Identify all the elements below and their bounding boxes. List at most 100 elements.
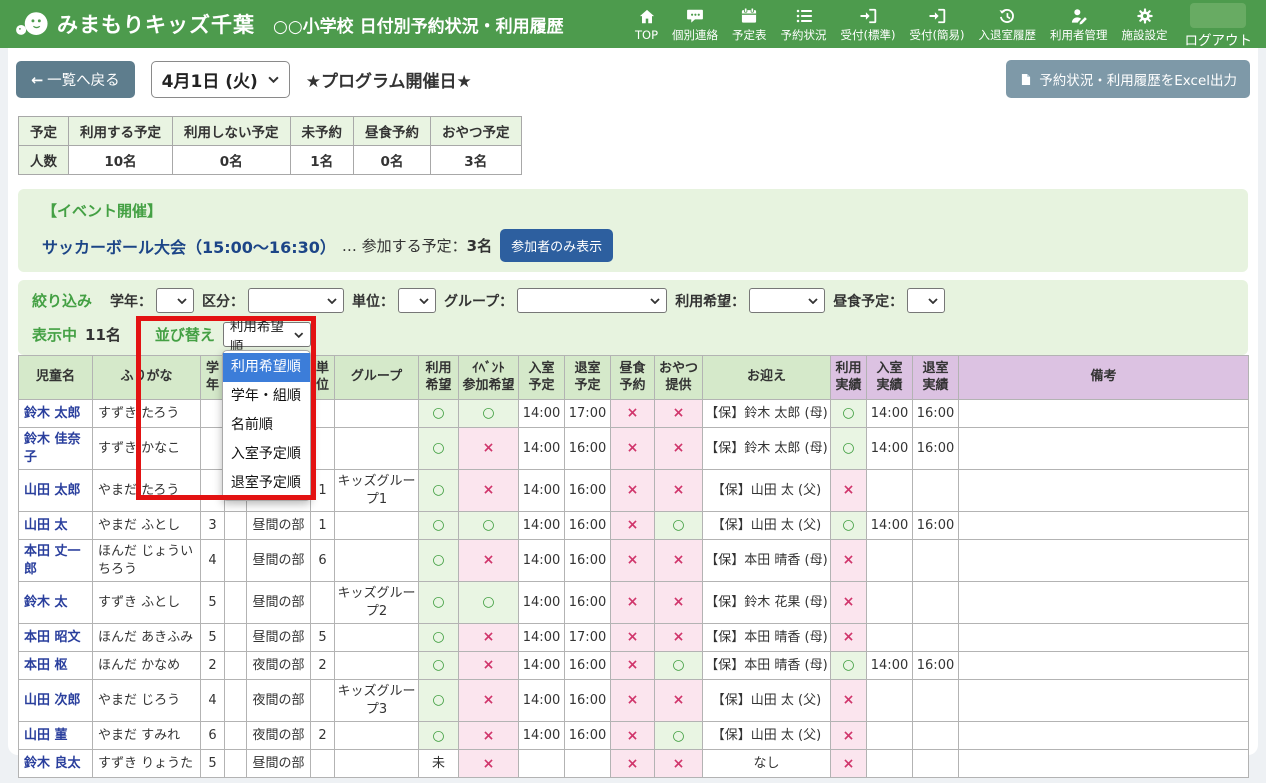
cell-kubun: 昼間の部 [247,624,311,652]
cell-kana: ほんだ かなめ [93,652,201,680]
cell-name[interactable]: 鈴木 太郎 [19,400,93,428]
nav-item-受付(標準)[interactable]: 受付(標準) [834,3,903,45]
cell-name[interactable]: 山田 菫 [19,722,93,750]
cell-note [959,680,1249,722]
cell-pickup: 【保】山田 太 (父) [703,680,831,722]
cell-event: ○ [459,400,519,428]
cell-event: ○ [459,512,519,540]
cell-name[interactable]: 鈴木 佳奈子 [19,428,93,470]
filter-select-2[interactable] [398,288,436,313]
cell-out_plan: 17:00 [565,624,611,652]
cell-in_act: 14:00 [867,428,913,470]
cell-riyou: ○ [419,722,459,750]
back-arrow-icon: ← [31,73,43,89]
cell-snack: ○ [655,512,703,540]
cell-out_plan: 16:00 [565,428,611,470]
cell-name[interactable]: 鈴木 太 [19,582,93,624]
nav-item-受付(簡易)[interactable]: 受付(簡易) [903,3,972,45]
nav-item-TOP[interactable]: TOP [628,4,665,44]
chevron-down-icon [294,332,304,338]
cell-kana: ほんだ じょういちろう [93,540,201,582]
cell-in_plan [519,750,565,778]
nav-item-予定表[interactable]: 予定表 [725,3,774,45]
filter-select-3[interactable] [517,288,667,313]
brand-bird-icon [14,9,51,40]
filter-select-1[interactable] [248,288,344,313]
summary-header: 利用しない予定 [173,117,291,146]
cell-name[interactable]: 鈴木 良太 [19,750,93,778]
cell-note [959,582,1249,624]
cell-event: × [459,750,519,778]
filter-field-label: グループ： [444,291,513,311]
cell-result: × [831,540,867,582]
filter-field: グループ： [444,288,667,313]
cell-group: キッズグループ1 [335,470,419,512]
nav-item-個別連絡[interactable]: 個別連絡 [665,3,725,45]
brand-name: みまもりキッズ千葉 [57,9,255,39]
cell-kana: すずき りょうた [93,750,201,778]
sort-option-入室予定順[interactable]: 入室予定順 [223,440,310,469]
cell-pickup: 【保】山田 太 (父) [703,722,831,750]
cell-in_plan: 14:00 [519,624,565,652]
calendar-icon [739,5,759,26]
content-card: ←一覧へ戻る 4月1日 (火) ★プログラム開催日★ 予約状況・利用履歴をExc… [8,48,1258,755]
cell-grade: 3 [201,512,225,540]
filter-select-4[interactable] [749,288,825,313]
filter-field: 区分： [202,288,344,313]
back-button[interactable]: ←一覧へ戻る [16,61,135,98]
sort-option-退室予定順[interactable]: 退室予定順 [223,469,310,498]
filter-select-5[interactable] [907,288,945,313]
event-name: サッカーボール大会（15:00～16:30） [42,234,336,258]
nav-item-施設設定[interactable]: 施設設定 [1115,3,1175,45]
cell-group [335,428,419,470]
cell-lunch: × [611,540,655,582]
event-participant-count: 3名 [467,235,492,256]
cell-name[interactable]: 本田 昭文 [19,624,93,652]
cell-name[interactable]: 山田 太 [19,512,93,540]
sort-select[interactable]: 利用希望順 利用希望順学年・組順名前順入室予定順退室予定順 [223,322,311,347]
logout-button[interactable]: ログアウト [1185,0,1253,49]
cell-out_act: 16:00 [913,512,959,540]
chevron-down-icon [268,76,279,83]
cell-name[interactable]: 本田 枢 [19,652,93,680]
sort-option-学年・組順[interactable]: 学年・組順 [223,382,310,411]
cell-pickup: 【保】本田 晴香 (母) [703,540,831,582]
filter-select-0[interactable] [156,288,194,313]
excel-export-button[interactable]: 予約状況・利用履歴をExcel出力 [1006,60,1250,98]
sort-option-利用希望順[interactable]: 利用希望順 [223,353,310,382]
cell-unit: 5 [311,624,335,652]
column-header-unit: 単位 [311,356,335,400]
cell-cls [225,540,247,582]
nav-item-label: 施設設定 [1122,27,1168,43]
cell-cls [225,750,247,778]
cell-grade: 4 [201,540,225,582]
sort-option-名前順[interactable]: 名前順 [223,411,310,440]
cell-name[interactable]: 山田 太郎 [19,470,93,512]
cell-grade: 5 [201,750,225,778]
nav-item-入退室履歴[interactable]: 入退室履歴 [972,3,1044,45]
cell-out_plan: 16:00 [565,470,611,512]
cell-group: キッズグループ2 [335,582,419,624]
cell-riyou: ○ [419,582,459,624]
cell-kubun: 昼間の部 [247,540,311,582]
cell-result: × [831,680,867,722]
filter-field: 昼食予定： [833,288,945,313]
cell-pickup: 【保】本田 晴香 (母) [703,624,831,652]
cell-result: × [831,722,867,750]
nav-item-予約状況[interactable]: 予約状況 [774,3,834,45]
cell-unit: 1 [311,512,335,540]
cell-snack: × [655,750,703,778]
cell-kana: ほんだ あきふみ [93,624,201,652]
column-header-kana: ふりがな [93,356,201,400]
participants-only-button[interactable]: 参加者のみ表示 [500,229,613,262]
date-select[interactable]: 4月1日 (火) [151,61,290,98]
cell-in_act: 14:00 [867,400,913,428]
cell-name[interactable]: 本田 丈一郎 [19,540,93,582]
table-row: 鈴木 太郎すずき たろう昼間の部○○14:0017:00××【保】鈴木 太郎 (… [19,400,1249,428]
nav-item-利用者管理[interactable]: 利用者管理 [1043,3,1115,45]
cell-name[interactable]: 山田 次郎 [19,680,93,722]
cell-group [335,512,419,540]
chevron-down-icon [808,298,818,304]
column-header-group: グループ [335,356,419,400]
cell-snack: × [655,582,703,624]
